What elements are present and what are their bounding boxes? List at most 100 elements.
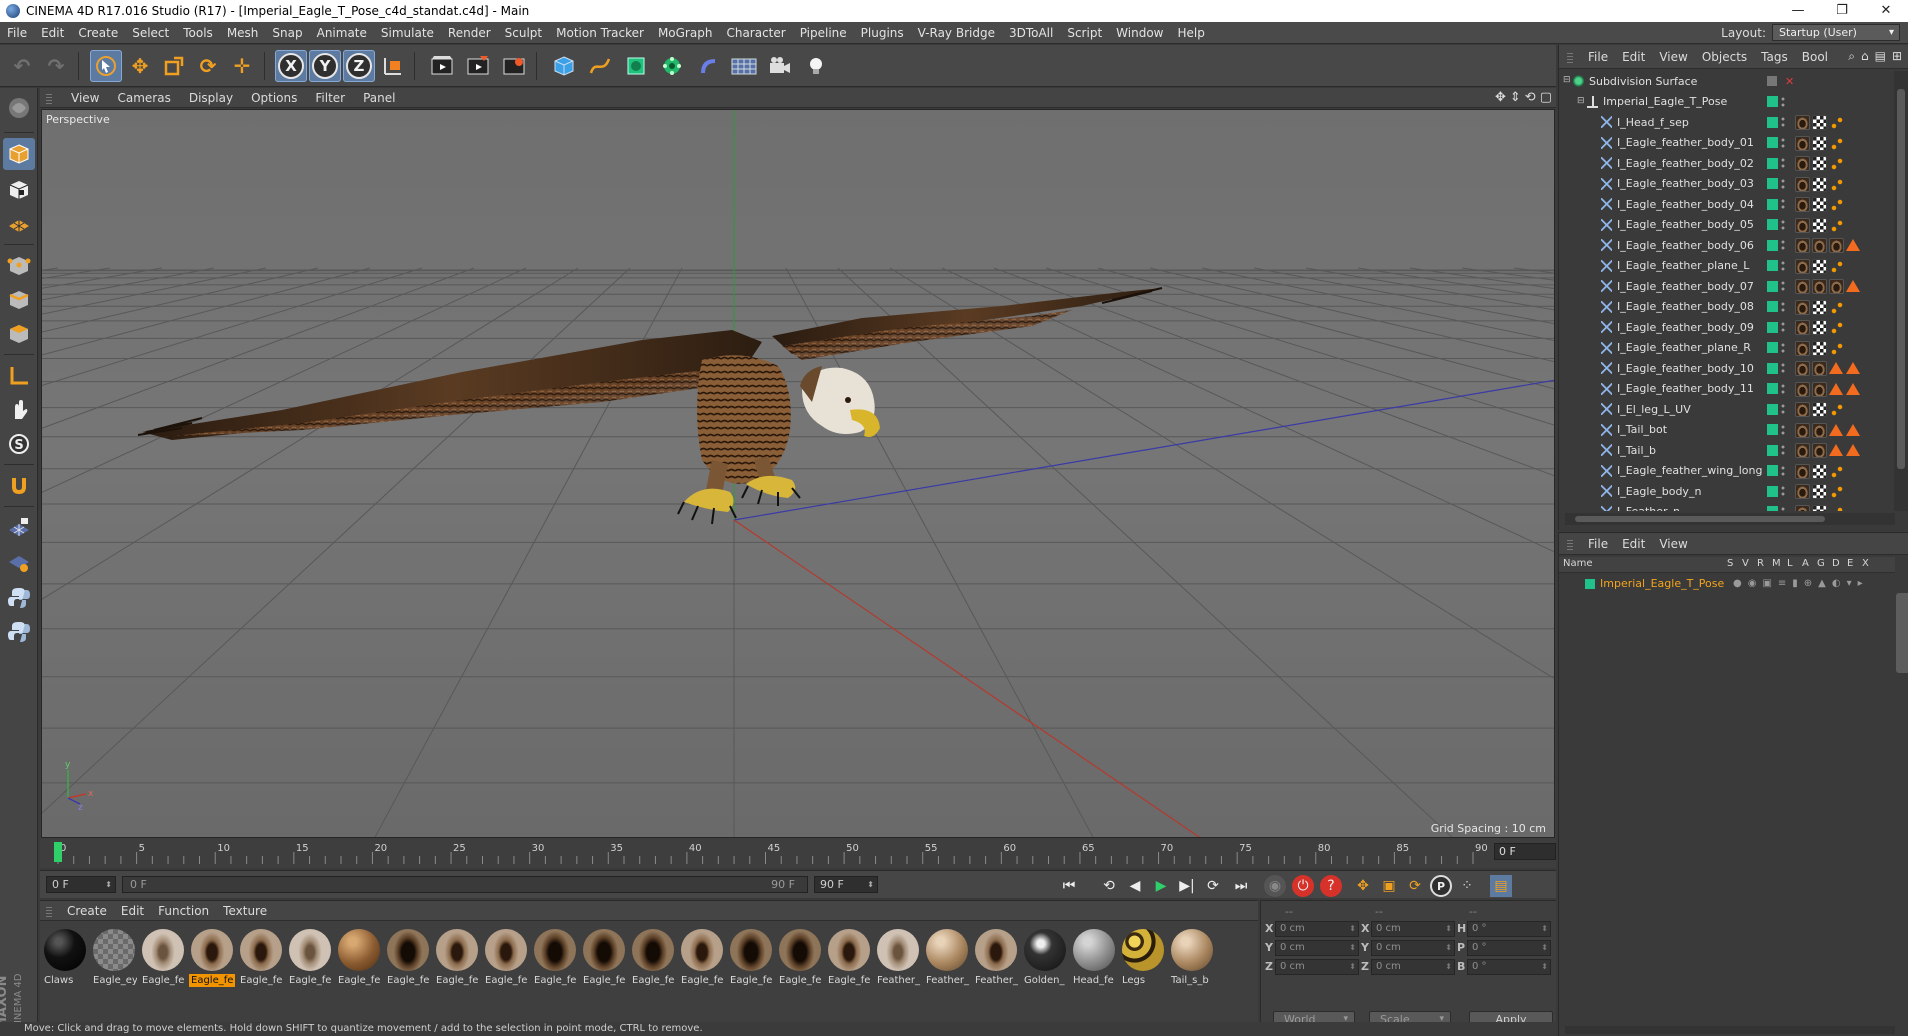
points-mode-icon[interactable] [3, 250, 35, 282]
object-tree-row[interactable]: I_Tail_b [1559, 440, 1889, 460]
enabled-check-icon[interactable] [1767, 76, 1777, 86]
edges-mode-icon[interactable] [3, 284, 35, 316]
viewport-menu-options[interactable]: Options [242, 91, 306, 105]
texture-mode-icon[interactable] [3, 174, 35, 206]
layer-visibility-swatch[interactable] [1767, 342, 1778, 353]
object-tree-row[interactable]: I_Eagle_feather_plane_L [1559, 256, 1889, 276]
menu-v-ray-bridge[interactable]: V-Ray Bridge [911, 22, 1002, 44]
editor-render-dots-icon[interactable] [1781, 341, 1785, 354]
key-scale-icon[interactable]: ▣ [1378, 875, 1400, 897]
material-menu-create[interactable]: Create [60, 904, 114, 918]
python-script-icon[interactable] [3, 582, 35, 614]
object-tree-row[interactable]: I_El_leg_L_UV [1559, 399, 1889, 419]
menu-simulate[interactable]: Simulate [374, 22, 441, 44]
editor-render-dots-icon[interactable] [1781, 95, 1785, 108]
menu-select[interactable]: Select [125, 22, 176, 44]
z-axis-lock-icon[interactable]: Z [343, 50, 375, 82]
warning-tag-icon[interactable] [1829, 382, 1843, 395]
editor-render-dots-icon[interactable] [1781, 177, 1785, 190]
layer-visibility-swatch[interactable] [1767, 465, 1778, 476]
orbit-view-icon[interactable]: ⟲ [1525, 90, 1536, 105]
editor-render-dots-icon[interactable] [1781, 300, 1785, 313]
layer-menu-edit[interactable]: Edit [1615, 537, 1652, 551]
coordinate-value-field[interactable]: 0 ° [1467, 959, 1551, 975]
selection-tag-icon[interactable] [1829, 197, 1844, 212]
layer-column-e[interactable]: E [1847, 558, 1853, 569]
object-tree-row[interactable]: I_Eagle_feather_body_04 [1559, 194, 1889, 214]
key-point-level-icon[interactable]: ⁘ [1456, 875, 1478, 897]
layer-visibility-swatch[interactable] [1767, 260, 1778, 271]
object-menu-bool[interactable]: Bool [1795, 50, 1835, 64]
material-tag-icon[interactable] [1829, 238, 1844, 253]
warning-tag-icon[interactable] [1846, 382, 1860, 395]
material-tag-icon[interactable] [1795, 422, 1810, 438]
menu-script[interactable]: Script [1060, 22, 1109, 44]
material-tag-icon[interactable] [1795, 381, 1810, 397]
object-tree-row[interactable]: I_Eagle_feather_body_03 [1559, 174, 1889, 194]
editor-render-dots-icon[interactable] [1781, 362, 1785, 374]
layer-visibility-swatch[interactable] [1767, 157, 1778, 169]
editor-render-dots-icon[interactable] [1781, 157, 1785, 169]
object-tree-row[interactable]: I_Eagle_feather_wing_long [1559, 461, 1889, 481]
layer-flag-icons[interactable]: ●◉▣≡▮⊕▲◐▾▸ [1733, 578, 1869, 589]
layer-visibility-swatch[interactable] [1767, 301, 1778, 312]
layer-visibility-swatch[interactable] [1767, 116, 1778, 128]
coordinate-system-icon[interactable] [377, 50, 409, 82]
material-swatch[interactable]: Eagle_fe [777, 927, 823, 989]
warning-tag-icon[interactable] [1846, 423, 1860, 436]
go-to-start-icon[interactable]: ⏮ [1058, 875, 1080, 897]
timeline-ruler[interactable]: 0 5 10 15 20 25 30 35 40 45 50 55 60 65 70 75 80 85 90 0 F [40, 840, 1556, 868]
keyframe-selection-icon[interactable]: ? [1320, 875, 1342, 897]
editor-render-dots-icon[interactable] [1781, 136, 1785, 149]
layer-visibility-swatch[interactable] [1767, 219, 1778, 230]
panel-grip-icon[interactable] [1567, 50, 1573, 63]
material-tag-icon[interactable] [1795, 504, 1810, 511]
warning-tag-icon[interactable] [1829, 362, 1843, 374]
render-settings-icon[interactable] [498, 50, 530, 82]
layer-visibility-swatch[interactable] [1767, 362, 1778, 374]
material-swatch[interactable]: Golden_ [1022, 927, 1068, 989]
menu-motion-tracker[interactable]: Motion Tracker [549, 22, 651, 44]
pan-view-icon[interactable]: ✥ [1495, 90, 1506, 105]
key-parameter-icon[interactable]: P [1430, 875, 1452, 897]
layer-column-m[interactable]: M [1772, 558, 1781, 569]
material-swatch[interactable]: Eagle_fe [434, 927, 480, 989]
current-frame-field[interactable]: 0 F [1494, 843, 1556, 860]
uvw-tag-icon[interactable] [1812, 197, 1827, 212]
viewport-menu-filter[interactable]: Filter [306, 91, 354, 105]
object-tree-row[interactable]: I_Eagle_feather_body_09 [1559, 317, 1889, 337]
redo-icon[interactable]: ↷ [40, 50, 72, 82]
locked-workplane-icon[interactable] [3, 512, 35, 544]
coordinate-value-field[interactable]: 0 cm [1371, 921, 1455, 937]
camera-icon[interactable] [764, 50, 796, 82]
material-swatch[interactable]: Eagle_fe [728, 927, 774, 989]
selection-tag-icon[interactable] [1829, 320, 1844, 335]
selection-tag-icon[interactable] [1829, 340, 1844, 356]
editor-render-dots-icon[interactable] [1781, 485, 1785, 497]
object-tree-row[interactable]: I_Eagle_feather_body_07 [1559, 276, 1889, 296]
uvw-tag-icon[interactable] [1812, 463, 1827, 479]
object-tree-row[interactable]: I_Eagle_body_n [1559, 481, 1889, 501]
material-swatch[interactable]: Legs [1120, 927, 1166, 989]
uvw-tag-icon[interactable] [1812, 484, 1827, 499]
new-view-icon[interactable]: ⊞ [1892, 49, 1902, 64]
next-frame-icon[interactable]: ▶| [1176, 875, 1198, 897]
menu-help[interactable]: Help [1170, 22, 1211, 44]
render-to-picture-viewer-icon[interactable] [462, 50, 494, 82]
key-position-icon[interactable]: ✥ [1352, 875, 1374, 897]
coordinate-value-field[interactable]: 0 cm [1371, 940, 1455, 956]
warning-tag-icon[interactable] [1846, 239, 1860, 251]
layer-visibility-swatch[interactable] [1767, 280, 1778, 292]
material-swatch[interactable]: Eagle_fe [336, 927, 382, 989]
selection-tag-icon[interactable] [1829, 299, 1844, 315]
coordinate-value-field[interactable]: 0 cm [1371, 959, 1455, 975]
material-tag-icon[interactable] [1812, 361, 1827, 376]
viewport-menu-cameras[interactable]: Cameras [108, 91, 179, 105]
axis-mode-icon[interactable] [3, 360, 35, 392]
object-menu-view[interactable]: View [1652, 50, 1694, 64]
selection-tag-icon[interactable] [1829, 463, 1844, 479]
material-tag-icon[interactable] [1795, 115, 1810, 130]
deformer-icon[interactable] [692, 50, 724, 82]
object-tree-row[interactable]: ⊟ Subdivision Surface ✕ [1559, 71, 1889, 91]
scale-tool-icon[interactable] [158, 50, 190, 82]
